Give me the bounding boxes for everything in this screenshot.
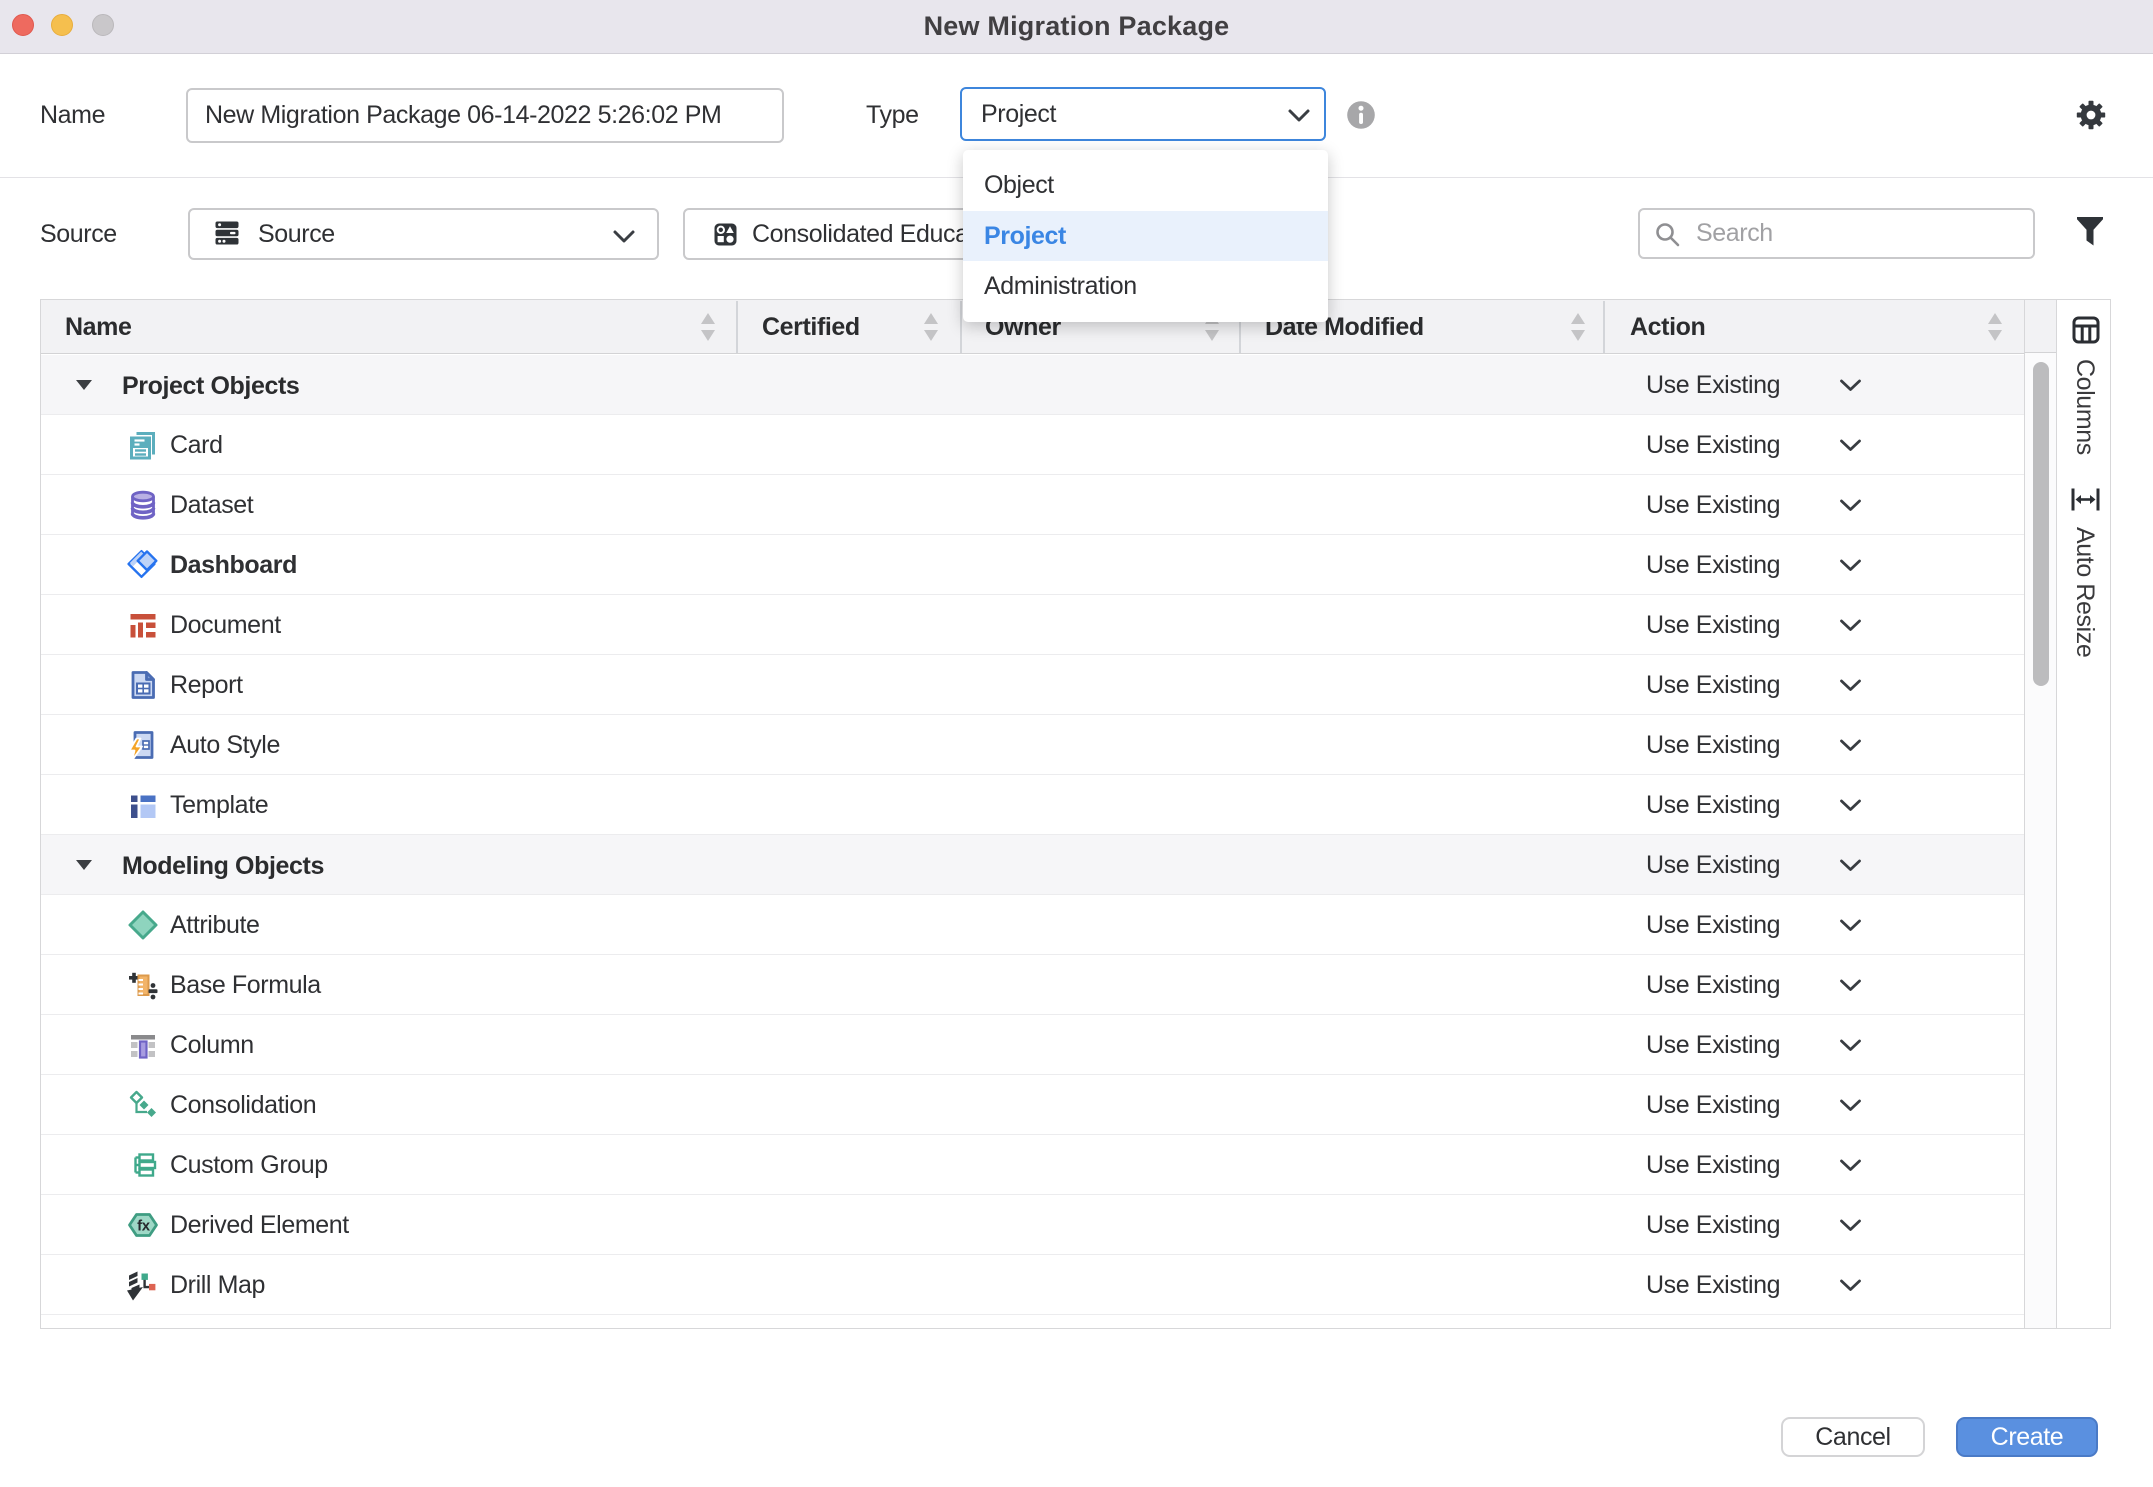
- svg-text:fx: fx: [137, 1218, 151, 1235]
